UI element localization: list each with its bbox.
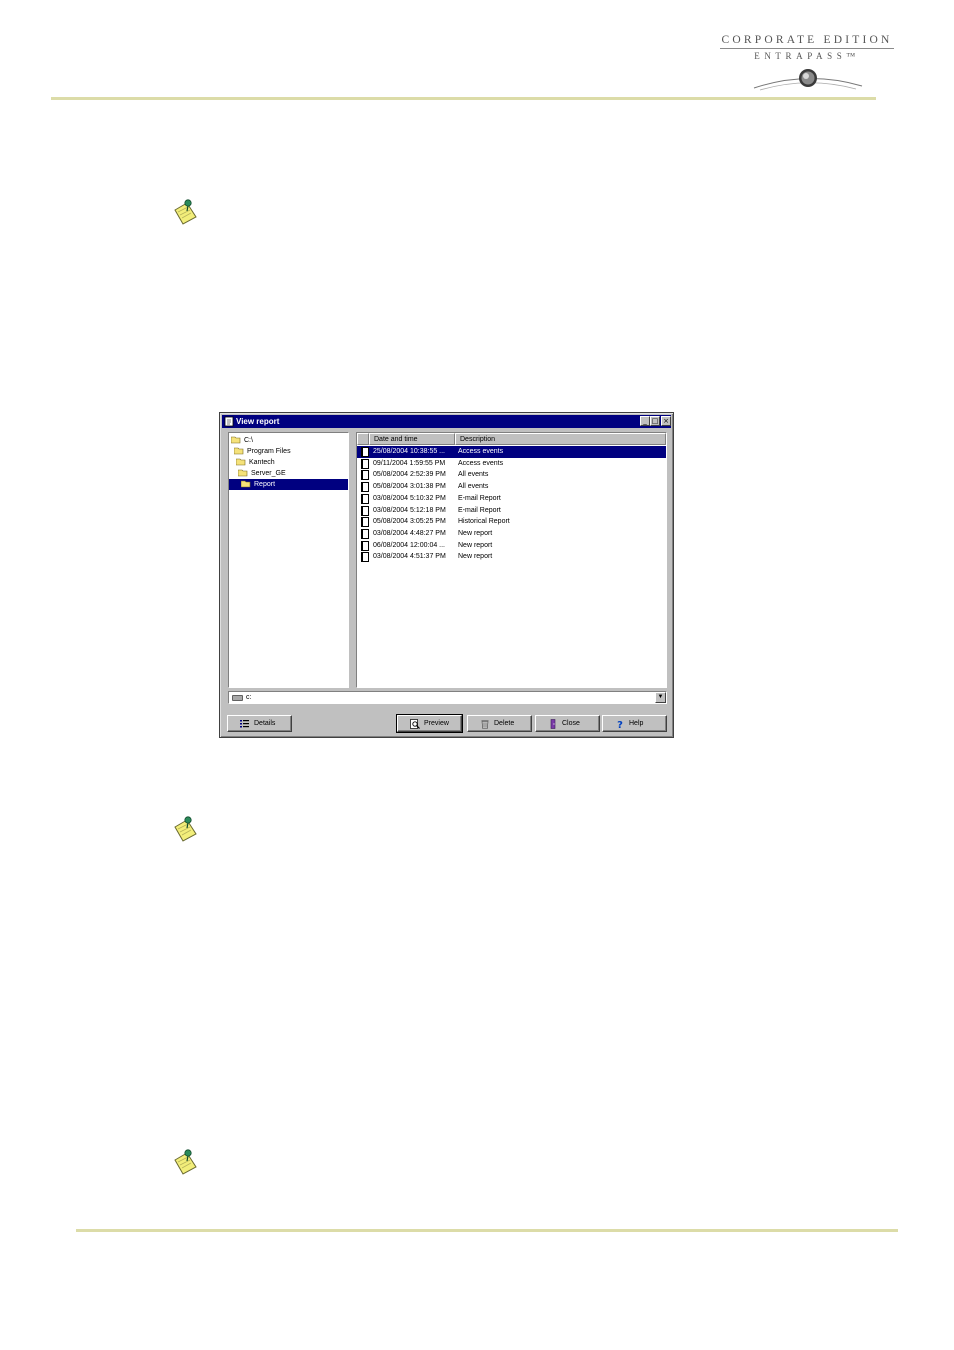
row-description: Access events <box>458 448 504 455</box>
preview-button-label: Preview <box>424 720 449 727</box>
table-row[interactable]: 03/08/2004 5:12:18 PM E-mail Report <box>357 505 666 517</box>
tree-item-program-files[interactable]: Program Files <box>234 446 291 457</box>
drive-select[interactable]: c: ▼ <box>228 691 667 704</box>
row-description: All events <box>458 483 489 491</box>
door-close-icon <box>550 719 556 729</box>
row-date: 06/08/2004 12:00:04 ... <box>373 541 446 549</box>
row-date: 03/08/2004 5:12:18 PM <box>373 506 446 514</box>
table-row[interactable]: 05/08/2004 3:05:25 PM Historical Report <box>357 516 666 528</box>
document-icon <box>361 447 369 457</box>
report-list[interactable]: Date and time Description 25/08/2004 10:… <box>356 432 667 688</box>
drive-icon <box>232 695 243 701</box>
open-folder-icon <box>241 480 251 488</box>
logo-subtitle: ENTRAPASS™ <box>754 51 860 61</box>
title-bar[interactable]: View report _ □ × <box>222 415 671 428</box>
row-date: 25/08/2004 10:38:55 ... <box>373 448 446 455</box>
details-button[interactable]: Details <box>227 715 292 732</box>
row-description: New report <box>458 553 493 561</box>
close-window-button[interactable]: × <box>661 416 671 426</box>
open-folder-icon <box>238 469 248 477</box>
table-row[interactable]: 06/08/2004 12:00:04 ... New report <box>357 540 666 552</box>
table-row[interactable]: 05/08/2004 2:52:39 PM All events <box>357 469 666 481</box>
dropdown-arrow-icon[interactable]: ▼ <box>655 692 666 703</box>
tree-item-kantech[interactable]: Kantech <box>236 457 275 468</box>
svg-text:?: ? <box>617 720 623 729</box>
document-icon <box>361 458 369 469</box>
tree-item-report[interactable]: Report <box>229 479 348 490</box>
maximize-button[interactable]: □ <box>650 416 660 426</box>
table-row[interactable]: 03/08/2004 4:48:27 PM New report <box>357 528 666 540</box>
entrapass-logo: CORPORATE EDITION ENTRAPASS™ <box>714 34 900 94</box>
row-date: 05/08/2004 3:01:38 PM <box>373 483 446 491</box>
preview-magnifier-icon <box>410 719 420 729</box>
tree-item-server-ge[interactable]: Server_GE <box>238 468 286 479</box>
preview-button[interactable]: Preview <box>396 714 463 733</box>
trash-icon <box>481 720 489 729</box>
details-list-icon <box>240 720 249 728</box>
table-row[interactable]: 03/08/2004 4:51:37 PM New report <box>357 551 666 563</box>
details-button-label: Details <box>254 720 276 727</box>
note-icon <box>174 199 197 225</box>
pane-splitter[interactable] <box>350 432 355 688</box>
logo-globe-icon <box>753 69 863 91</box>
row-description: All events <box>458 471 489 479</box>
note-icon <box>174 816 197 842</box>
help-button-label: Help <box>629 720 644 727</box>
drive-value: c: <box>246 694 252 701</box>
view-report-window: View report _ □ × C:\ Program Files Kant… <box>219 412 674 738</box>
document-icon <box>361 482 369 493</box>
document-icon <box>361 540 369 551</box>
close-button-label: Close <box>562 720 580 727</box>
row-date: 03/08/2004 4:51:37 PM <box>373 553 446 561</box>
row-date: 03/08/2004 4:48:27 PM <box>373 529 446 537</box>
column-header-description[interactable]: Description <box>455 433 666 445</box>
tree-item-label: C:\ <box>244 437 253 444</box>
logo-title: CORPORATE EDITION <box>721 34 893 46</box>
window-title: View report <box>236 417 280 426</box>
row-date: 09/11/2004 1:59:55 PM <box>373 459 446 467</box>
row-description: E-mail Report <box>458 494 501 502</box>
minimize-button[interactable]: _ <box>640 416 650 426</box>
document-icon <box>361 528 369 539</box>
tree-item-label: Server_GE <box>251 470 286 477</box>
row-description: Historical Report <box>458 518 510 526</box>
header-rule <box>51 97 876 100</box>
document-icon <box>361 552 369 563</box>
note-icon <box>174 1149 197 1175</box>
row-date: 03/08/2004 5:10:32 PM <box>373 494 446 502</box>
row-description: Access events <box>458 459 504 467</box>
table-row[interactable]: 25/08/2004 10:38:55 ... Access events <box>357 446 666 458</box>
row-description: New report <box>458 529 493 537</box>
open-folder-icon <box>236 458 246 466</box>
footer-rule <box>76 1229 898 1232</box>
tree-item-c-drive[interactable]: C:\ <box>231 435 253 446</box>
tree-item-label: Program Files <box>247 448 291 455</box>
open-folder-icon <box>234 447 244 455</box>
close-button[interactable]: Close <box>535 715 600 732</box>
help-question-icon: ? <box>617 720 623 729</box>
tree-item-label: Report <box>254 481 276 488</box>
folder-tree[interactable]: C:\ Program Files Kantech Server_GE Repo… <box>228 432 349 688</box>
help-button[interactable]: ? Help <box>602 715 667 732</box>
report-window-icon <box>224 416 234 427</box>
list-header: Date and time Description <box>357 433 666 445</box>
delete-button[interactable]: Delete <box>467 715 532 732</box>
table-row[interactable]: 09/11/2004 1:59:55 PM Access events <box>357 458 666 470</box>
open-folder-icon <box>231 436 241 444</box>
table-row[interactable]: 03/08/2004 5:10:32 PM E-mail Report <box>357 493 666 505</box>
document-icon <box>361 493 369 504</box>
document-icon <box>361 470 369 481</box>
row-description: E-mail Report <box>458 506 501 514</box>
row-date: 05/08/2004 3:05:25 PM <box>373 518 446 526</box>
tree-item-label: Kantech <box>249 459 275 466</box>
column-header-icon[interactable] <box>357 433 369 445</box>
document-icon <box>361 517 369 528</box>
delete-button-label: Delete <box>494 720 515 727</box>
column-header-date[interactable]: Date and time <box>369 433 455 445</box>
logo-divider <box>720 48 894 49</box>
document-icon <box>361 505 369 516</box>
row-date: 05/08/2004 2:52:39 PM <box>373 471 446 479</box>
table-row[interactable]: 05/08/2004 3:01:38 PM All events <box>357 481 666 493</box>
row-description: New report <box>458 541 493 549</box>
